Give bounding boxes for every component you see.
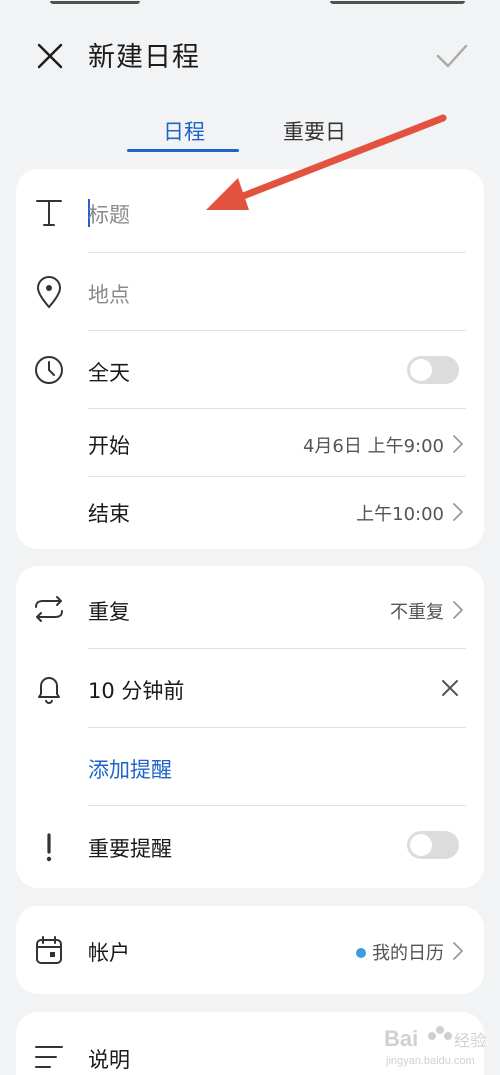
text-icon bbox=[36, 200, 62, 226]
status-bar bbox=[0, 0, 500, 6]
close-button[interactable] bbox=[30, 36, 70, 76]
notes-input[interactable]: 说明 bbox=[88, 1044, 130, 1074]
title-input[interactable]: 标题 bbox=[88, 199, 130, 229]
event-details-card: 标题 地点 全天 开始 4月6日 上午9:00 结束 上午10:00 bbox=[16, 169, 484, 549]
remove-reminder-button[interactable] bbox=[438, 676, 462, 700]
repeat-value: 不重复 bbox=[390, 602, 444, 623]
toggle-knob bbox=[410, 359, 432, 381]
check-icon bbox=[436, 44, 468, 68]
add-reminder-link[interactable]: 添加提醒 bbox=[88, 754, 172, 784]
svg-text:Bai: Bai bbox=[384, 1026, 418, 1051]
calendar-icon bbox=[36, 936, 62, 964]
svg-text:经验: 经验 bbox=[454, 1032, 486, 1050]
location-row[interactable]: 地点 bbox=[16, 253, 484, 331]
account-card: 帐户 我的日历 bbox=[16, 906, 484, 994]
page-title: 新建日程 bbox=[88, 42, 200, 73]
start-label: 开始 bbox=[88, 434, 130, 458]
account-name: 我的日历 bbox=[372, 943, 444, 964]
all-day-toggle[interactable] bbox=[407, 356, 459, 384]
location-pin-icon bbox=[36, 276, 62, 309]
watermark-logo: Bai 经验 jingyan.baidu.com bbox=[384, 1026, 486, 1067]
reminder-label: 10 分钟前 bbox=[88, 679, 185, 703]
repeat-row[interactable]: 重复 不重复 bbox=[16, 566, 484, 648]
account-value: 我的日历 bbox=[356, 939, 444, 965]
end-label: 结束 bbox=[88, 502, 130, 526]
repeat-label: 重复 bbox=[88, 600, 130, 624]
chevron-right-icon bbox=[453, 503, 463, 521]
repeat-icon bbox=[35, 596, 63, 622]
svg-text:jingyan.baidu.com: jingyan.baidu.com bbox=[385, 1055, 475, 1067]
tab-indicator bbox=[127, 149, 239, 152]
toggle-knob bbox=[410, 834, 432, 856]
end-time-row[interactable]: 结束 上午10:00 bbox=[16, 477, 484, 547]
exclamation-icon bbox=[46, 833, 52, 862]
tab-schedule[interactable]: 日程 bbox=[163, 116, 205, 146]
reminder-card: 重复 不重复 10 分钟前 添加提醒 重要提醒 bbox=[16, 566, 484, 888]
end-value: 上午10:00 bbox=[356, 504, 444, 525]
title-row[interactable]: 标题 bbox=[16, 169, 484, 253]
close-icon bbox=[37, 43, 63, 69]
calendar-color-dot bbox=[356, 948, 366, 958]
start-value: 4月6日 上午9:00 bbox=[302, 436, 444, 457]
status-bar-left bbox=[50, 0, 140, 4]
chevron-right-icon bbox=[453, 601, 463, 619]
all-day-label: 全天 bbox=[88, 361, 130, 385]
important-reminder-row: 重要提醒 bbox=[16, 806, 484, 886]
important-reminder-label: 重要提醒 bbox=[88, 837, 172, 861]
clock-icon bbox=[35, 356, 63, 384]
chevron-right-icon bbox=[453, 942, 463, 960]
header: 新建日程 bbox=[0, 22, 500, 84]
text-lines-icon bbox=[35, 1046, 63, 1068]
add-reminder-row[interactable]: 添加提醒 bbox=[16, 728, 484, 806]
important-reminder-toggle[interactable] bbox=[407, 831, 459, 859]
close-icon bbox=[442, 680, 458, 696]
tab-important-day[interactable]: 重要日 bbox=[283, 116, 346, 146]
location-input[interactable]: 地点 bbox=[88, 279, 130, 309]
start-time-row[interactable]: 开始 4月6日 上午9:00 bbox=[16, 409, 484, 477]
account-row[interactable]: 帐户 我的日历 bbox=[16, 906, 484, 994]
bell-icon bbox=[38, 677, 60, 704]
status-bar-right bbox=[330, 0, 465, 4]
account-label: 帐户 bbox=[88, 941, 130, 965]
chevron-right-icon bbox=[453, 435, 463, 453]
reminder-row: 10 分钟前 bbox=[16, 649, 484, 727]
all-day-row: 全天 bbox=[16, 331, 484, 409]
confirm-button[interactable] bbox=[430, 36, 474, 76]
tab-bar: 日程 重要日 bbox=[0, 108, 500, 156]
